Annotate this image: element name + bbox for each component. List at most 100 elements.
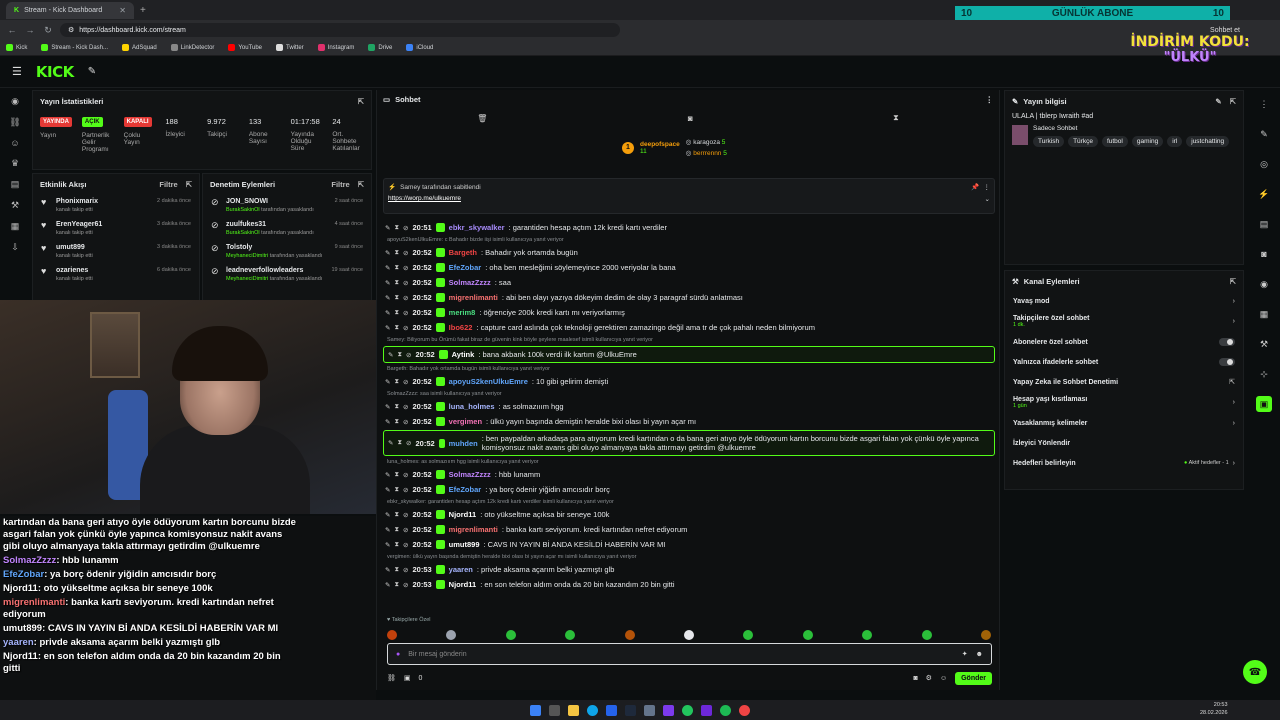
more-options-icon[interactable]: ⋮ (986, 95, 994, 104)
close-tab-icon[interactable]: ✕ (119, 6, 126, 15)
popout-icon[interactable]: ⇱ (186, 180, 192, 189)
chat-message[interactable]: ✎ ⧗ ⊘ 20:52 migrenlimanti: banka kartı seviy… (377, 522, 1001, 537)
bookmark-youtube[interactable]: YouTube (228, 44, 262, 51)
timeout-icon[interactable]: ⧗ (394, 264, 399, 272)
host-row[interactable]: İzleyici Yönlendir (1005, 433, 1243, 453)
users-icon[interactable]: ☺ (940, 675, 947, 682)
chat-message[interactable]: ✎ ⧗ ⊘ 20:52 luna_holmes: as solmazııım hgg (377, 399, 1001, 414)
popout-icon[interactable]: ⇱ (1230, 97, 1236, 106)
ban-icon[interactable]: ⊘ (403, 471, 408, 479)
pin-message-icon[interactable]: ✎ (385, 324, 390, 332)
ban-icon[interactable]: ⊘ (403, 309, 408, 317)
followers-only-row[interactable]: Takipçilere özel sohbet 1 dk. › (1005, 311, 1243, 332)
message-user[interactable]: EfeZobar (449, 263, 482, 272)
pin-message-icon[interactable]: ✎ (385, 486, 390, 494)
category-name[interactable]: Sadece Sohbet (1033, 125, 1229, 132)
ban-icon[interactable]: ⊘ (403, 541, 408, 549)
timeout-icon[interactable]: ⧗ (394, 541, 399, 549)
gear-icon[interactable]: ⚙ (926, 674, 932, 682)
kick-logo[interactable]: KICK (36, 63, 74, 81)
timeout-icon[interactable]: ⧗ (394, 511, 399, 519)
stream-icon[interactable]: ◉ (11, 96, 19, 107)
chat-message[interactable]: ✎ ⧗ ⊘ 20:52 Ibo622: capture card aslında çok… (377, 320, 1001, 335)
share-icon[interactable]: ⊹ (1256, 366, 1272, 382)
subscribers-only-toggle[interactable] (1219, 338, 1235, 346)
file-explorer-icon[interactable] (568, 704, 579, 716)
hourglass-icon[interactable]: ⧗ (893, 113, 899, 123)
bookmark-kick[interactable]: Kick (6, 44, 27, 51)
timeout-icon[interactable]: ⧗ (397, 351, 402, 359)
emote[interactable] (980, 630, 991, 640)
emote[interactable] (683, 630, 694, 640)
bookmark-linkdetector[interactable]: LinkDetector (170, 44, 214, 51)
bookmark-stream-dashboard[interactable]: Stream - Kick Dash... (41, 44, 108, 51)
ban-icon[interactable]: ⊘ (406, 439, 411, 447)
chat-message[interactable]: ✎ ⧗ ⊘ 20:52 SolmazZzzz: saa (377, 275, 1001, 290)
message-user[interactable]: vergimen (449, 417, 482, 426)
spotify-icon[interactable] (720, 704, 731, 716)
pin-message-icon[interactable]: ✎ (385, 581, 390, 589)
pin-icon[interactable]: 📌 (971, 183, 979, 191)
wrench-icon[interactable]: ⚒ (1256, 336, 1272, 352)
store-icon[interactable] (606, 704, 617, 716)
pin-message-icon[interactable]: ✎ (385, 418, 390, 426)
browser-tab[interactable]: K Stream - Kick Dashboard ✕ (6, 1, 134, 19)
ban-icon[interactable]: ⊘ (403, 249, 408, 257)
message-user[interactable]: muhden (449, 439, 478, 448)
emote-only-toggle[interactable] (1219, 358, 1235, 366)
link-icon[interactable]: ⛓ (9, 117, 20, 128)
ban-icon[interactable]: ⊘ (403, 294, 408, 302)
new-tab-icon[interactable]: + (140, 5, 146, 16)
chat-message[interactable]: ✎ ⧗ ⊘ 20:52 SolmazZzzz: hbb lunamm (377, 467, 1001, 482)
highlighted-chat-message[interactable]: ✎ ⧗ ⊘ 20:52 muhden: ben paypaldan arkadaşa p… (383, 430, 995, 456)
message-user[interactable]: apoyuS2kenUlkuEmre (449, 377, 528, 386)
edge-icon[interactable] (587, 704, 598, 716)
pinned-more-icon[interactable]: ⋮ (984, 183, 991, 191)
reload-icon[interactable]: ↻ (42, 25, 54, 36)
emote[interactable] (446, 630, 457, 640)
banned-words-row[interactable]: Yasaklanmış kelimeler › (1005, 413, 1243, 433)
message-user[interactable]: Ibo622 (449, 323, 473, 332)
message-user[interactable]: SolmazZzzz (449, 278, 491, 287)
timeout-icon[interactable]: ⧗ (394, 378, 399, 386)
timeout-icon[interactable]: ⧗ (394, 309, 399, 317)
timeout-icon[interactable]: ⧗ (394, 566, 399, 574)
timeout-icon[interactable]: ⧗ (397, 439, 402, 447)
chat-message[interactable]: ✎ ⧗ ⊘ 20:52 Bargeth: Bahadır yok ortamda bug… (377, 245, 1001, 260)
menu-icon[interactable]: ☰ (12, 65, 22, 78)
goals-row[interactable]: Hedefleri belirleyin ● Aktif hedefler - 1… (1005, 453, 1243, 473)
emote[interactable] (743, 630, 754, 640)
ban-icon[interactable]: ⊘ (406, 351, 411, 359)
pin-message-icon[interactable]: ✎ (388, 439, 393, 447)
pin-message-icon[interactable]: ✎ (385, 403, 390, 411)
steam-icon[interactable] (625, 704, 636, 716)
ban-icon[interactable]: ⊘ (403, 224, 408, 232)
chat-message[interactable]: ✎ ⧗ ⊘ 20:51 ebkr_skywalker: garantiden hesap… (377, 220, 1001, 235)
chat-message[interactable]: ✎ ⧗ ⊘ 20:52 apoyuS2kenUlkuEmre: 10 gibi geli… (377, 374, 1001, 389)
message-user[interactable]: Njord11 (449, 580, 477, 589)
ban-icon[interactable]: ⊘ (403, 403, 408, 411)
chat-message[interactable]: ✎ ⧗ ⊘ 20:53 Njord11: en son telefon aldım on… (377, 577, 1001, 592)
chat-input[interactable]: ● Bir mesaj gönderin ✦ ☻ (387, 643, 992, 665)
chat-message[interactable]: ✎ ⧗ ⊘ 20:52 umut899: CAVS IN YAYIN Bİ ANDA K… (377, 537, 1001, 552)
timeout-icon[interactable]: ⧗ (394, 526, 399, 534)
pin-message-icon[interactable]: ✎ (385, 279, 390, 287)
site-info-icon[interactable]: ⚙ (68, 26, 74, 34)
pin-message-icon[interactable]: ✎ (385, 526, 390, 534)
message-user[interactable]: merim8 (449, 308, 476, 317)
timeout-icon[interactable]: ⧗ (394, 279, 399, 287)
panel-icon[interactable]: ▦ (1256, 306, 1272, 322)
ban-icon[interactable]: ⊘ (403, 486, 408, 494)
pin-message-icon[interactable]: ✎ (385, 471, 390, 479)
menu-dots-icon[interactable]: ⋮ (1256, 96, 1272, 112)
wrench-icon[interactable]: ⚒ (11, 200, 19, 211)
message-user[interactable]: Aytink (452, 350, 475, 359)
chat-message[interactable]: ✎ ⧗ ⊘ 20:52 EfeZobar: ya borç ödenir yiğidin… (377, 482, 1001, 497)
message-user[interactable]: luna_holmes (449, 402, 495, 411)
trophy-icon[interactable]: ♛ (11, 158, 19, 169)
chevron-down-icon[interactable]: ⌄ (985, 195, 990, 203)
pin-message-icon[interactable]: ✎ (385, 541, 390, 549)
emote[interactable] (921, 630, 932, 640)
pin-message-icon[interactable]: ✎ (385, 309, 390, 317)
app-icon[interactable] (701, 704, 712, 716)
